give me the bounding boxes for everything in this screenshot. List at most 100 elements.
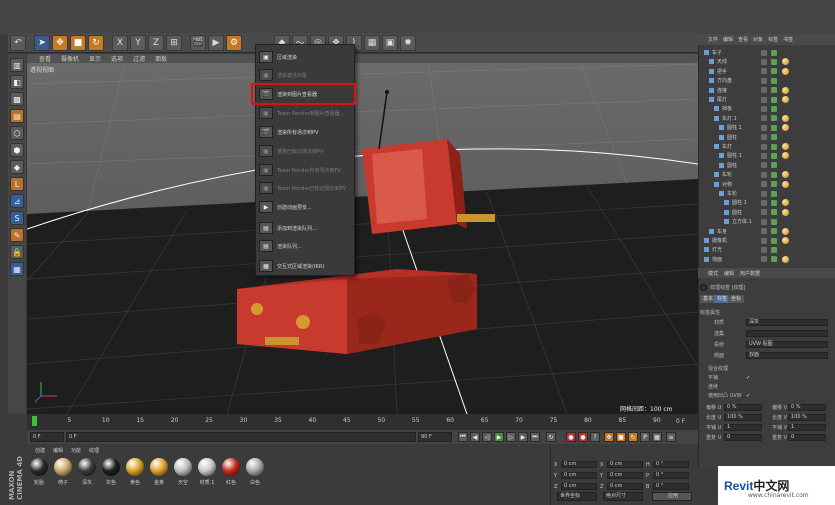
menu-item-add-to-queue[interactable]: ▤ 添加到渲染队列...	[256, 219, 356, 237]
om-menu-edit[interactable]: 编辑	[723, 36, 733, 43]
enabled-check[interactable]	[771, 162, 777, 169]
enabled-check[interactable]	[771, 209, 777, 216]
menu-item-render-queue[interactable]: ▤ 渲染队列...	[256, 237, 356, 255]
go-to-start-icon[interactable]: ⏮	[458, 432, 468, 442]
points-mode-icon[interactable]: ⬡	[10, 126, 24, 140]
rotation-key-icon[interactable]: ↻	[628, 432, 638, 442]
object-row[interactable]: 车轮	[700, 170, 834, 179]
om-menu-objects[interactable]: 对象	[753, 36, 763, 43]
am-menu-mode[interactable]: 模式	[708, 270, 718, 277]
make-editable-icon[interactable]: ▥	[10, 58, 24, 72]
frame-range-slider[interactable]: 0 F	[66, 432, 416, 442]
record-icon[interactable]: ●	[566, 432, 576, 442]
mm-menu-texture[interactable]: 纹理	[89, 447, 99, 454]
attribute-value-field[interactable]: 深灰	[746, 319, 828, 326]
enabled-check[interactable]	[771, 171, 777, 178]
enabled-check[interactable]	[771, 181, 777, 188]
material-swatch[interactable]	[174, 458, 192, 476]
scale-icon[interactable]: ■	[70, 34, 86, 51]
enabled-check[interactable]	[771, 87, 777, 94]
timeline-ruler[interactable]	[27, 414, 698, 430]
visibility-dot[interactable]	[761, 49, 767, 56]
visibility-dot[interactable]	[761, 143, 767, 150]
om-menu-file[interactable]: 文件	[708, 36, 718, 43]
scale-key-icon[interactable]: ■	[616, 432, 626, 442]
render-view-icon[interactable]: 🎬	[190, 34, 206, 51]
material-tag-icon[interactable]	[782, 67, 789, 75]
material-tag-icon[interactable]	[782, 114, 789, 122]
enabled-check[interactable]	[771, 58, 777, 65]
material-swatch[interactable]	[246, 458, 264, 476]
object-row[interactable]: 挡板	[700, 104, 834, 113]
scene-icon[interactable]: ▦	[364, 34, 380, 51]
object-row[interactable]: 车身	[700, 227, 834, 236]
object-row[interactable]: 车轮	[700, 189, 834, 198]
enabled-check[interactable]	[771, 143, 777, 150]
coord-system-icon[interactable]: ⊞	[166, 34, 182, 51]
uv-param-field[interactable]: 0	[788, 434, 826, 441]
enabled-check[interactable]	[771, 134, 777, 141]
checkbox-mark[interactable]: ✓	[746, 393, 750, 399]
object-row[interactable]: 连接	[700, 86, 834, 95]
menu-item-irr[interactable]: ▦ 交互式区域渲染(IRR)	[256, 257, 356, 275]
snap-icon[interactable]: S	[10, 211, 24, 225]
visibility-dot[interactable]	[761, 96, 767, 103]
visibility-dot[interactable]	[761, 152, 767, 159]
tab-coordinates[interactable]: 坐标	[728, 295, 745, 303]
prev-key-icon[interactable]: ◀	[470, 432, 480, 442]
keyframe-selection-icon[interactable]: ?	[590, 432, 600, 442]
visibility-dot[interactable]	[761, 246, 767, 253]
object-row[interactable]: 圆柱.1	[700, 123, 834, 132]
attribute-checkbox-row[interactable]: 使用凹凸 UVW ✓	[700, 391, 832, 400]
enabled-check[interactable]	[771, 49, 777, 56]
material-swatch[interactable]	[150, 458, 168, 476]
enabled-check[interactable]	[771, 124, 777, 131]
om-menu-tags[interactable]: 标签	[768, 36, 778, 43]
move-icon[interactable]: ✥	[52, 34, 68, 51]
go-to-end-icon[interactable]: ⏭	[530, 432, 540, 442]
pla-key-icon[interactable]: ▦	[652, 432, 662, 442]
uv-param-field[interactable]: 0	[724, 434, 762, 441]
material-tag-icon[interactable]	[782, 255, 789, 263]
camera-icon[interactable]: ▣	[382, 34, 398, 51]
object-row[interactable]: 把手	[700, 67, 834, 76]
sculpt-icon[interactable]: ✎	[10, 228, 24, 242]
render-icon[interactable]: ▶	[208, 34, 224, 51]
select-icon[interactable]: ➤	[34, 34, 50, 51]
attribute-checkbox-row[interactable]: 平铺 ✓	[700, 373, 832, 382]
visibility-dot[interactable]	[761, 87, 767, 94]
uv-param-field[interactable]: 1	[788, 424, 826, 431]
material-tag-icon[interactable]	[782, 86, 789, 94]
next-frame-icon[interactable]: ▷	[506, 432, 516, 442]
material-tag-icon[interactable]	[782, 208, 789, 216]
visibility-dot[interactable]	[761, 68, 767, 75]
loop-icon[interactable]: ↻	[546, 432, 556, 442]
coord-value-field[interactable]: 0 cm	[607, 483, 643, 490]
om-menu-view[interactable]: 查看	[738, 36, 748, 43]
object-row[interactable]: 圆柱	[700, 161, 834, 170]
menu-item-make-preview[interactable]: ▶ 创建动画预览...	[256, 198, 356, 216]
material-swatch[interactable]	[222, 458, 240, 476]
visibility-dot[interactable]	[761, 58, 767, 65]
visibility-dot[interactable]	[761, 228, 767, 235]
undo-icon[interactable]: ↶	[10, 34, 26, 51]
object-row[interactable]: 天线	[700, 57, 834, 66]
enabled-check[interactable]	[771, 199, 777, 206]
mm-menu-function[interactable]: 功能	[71, 447, 81, 454]
visibility-dot[interactable]	[761, 124, 767, 131]
viewport-menu-options[interactable]: 选项	[111, 54, 123, 63]
perspective-viewport[interactable]	[27, 54, 698, 414]
y-axis-button[interactable]: Y	[130, 34, 146, 51]
uv-param-field[interactable]: 100 %	[724, 414, 762, 421]
menu-item-team-render-pv[interactable]: ▣ Team Render到图片查看器...	[256, 104, 356, 122]
model-mode-icon[interactable]: ◧	[10, 75, 24, 89]
coord-value-field[interactable]: 0 °	[653, 472, 689, 479]
material-swatch[interactable]	[54, 458, 72, 476]
apply-button[interactable]: 应用	[652, 492, 692, 501]
enabled-check[interactable]	[771, 96, 777, 103]
visibility-dot[interactable]	[761, 171, 767, 178]
menu-item-render-all-takes[interactable]: 🎬 渲染所有场次到PV	[256, 123, 356, 141]
coord-value-field[interactable]: 0 cm	[607, 472, 643, 479]
viewport-menu-camera[interactable]: 摄像机	[61, 54, 79, 63]
lock-icon[interactable]: 🔒	[10, 245, 24, 259]
